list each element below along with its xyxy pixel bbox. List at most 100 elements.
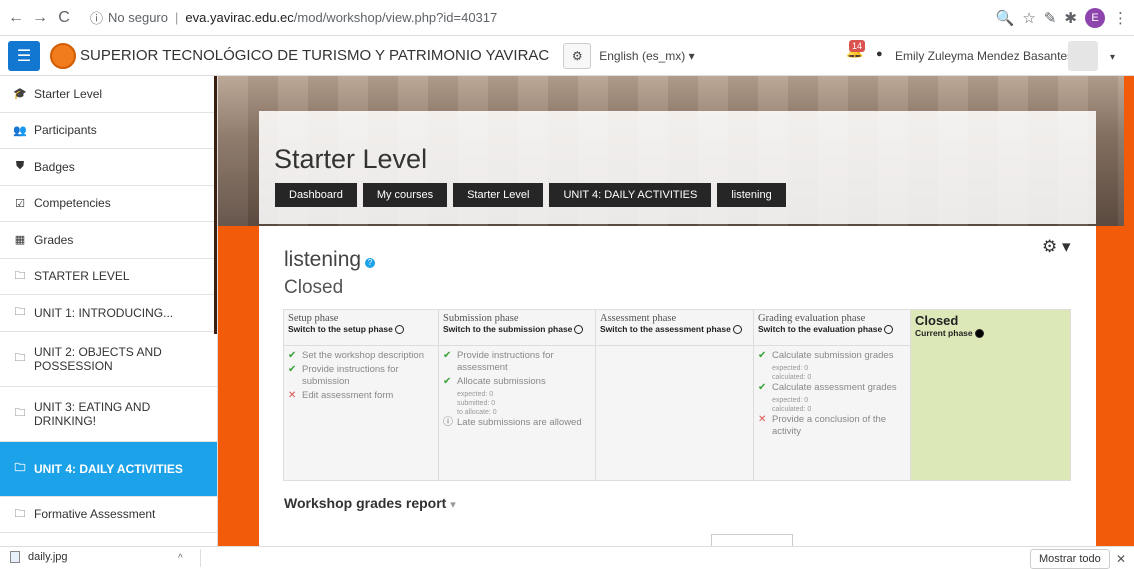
browser-menu-icon[interactable]: ⋮: [1113, 9, 1128, 27]
phase-header: Submission phase Switch to the submission…: [439, 310, 595, 346]
collapse-caret-icon[interactable]: ▾: [450, 499, 456, 511]
task-item: ✔ Calculate submission grades: [758, 350, 906, 362]
sidebar-item[interactable]: 🗀 UNIT 3: EATING AND DRINKING!: [0, 387, 217, 442]
site-logo[interactable]: [50, 42, 76, 69]
sidebar-item[interactable]: 🗀 UNIT 2: OBJECTS AND POSSESSION: [0, 332, 217, 387]
phase-name: Setup phase: [288, 313, 339, 324]
file-icon: [10, 551, 20, 563]
breadcrumb-item[interactable]: listening: [717, 183, 786, 207]
browser-toolbar: ← → C ⓘ No seguro | eva.yavirac.edu.ec/m…: [0, 0, 1134, 36]
breadcrumb-item[interactable]: Dashboard: [275, 183, 357, 207]
breadcrumb-item[interactable]: UNIT 4: DAILY ACTIVITIES: [549, 183, 712, 207]
task-text: Provide a conclusion of the activity: [772, 414, 887, 437]
phase-header: Assessment phase Switch to the assessment…: [596, 310, 753, 346]
sidebar-item-label: Grades: [34, 232, 74, 247]
phase-switch-link[interactable]: Switch to the assessment phase: [600, 324, 749, 334]
task-detail: expected: 0: [457, 391, 494, 398]
switch-phase-circle-icon[interactable]: [884, 324, 894, 334]
phase-name: Assessment phase: [600, 313, 677, 324]
sidebar-item-icon: ▦: [14, 234, 26, 247]
task-detail: expected: 0: [772, 365, 809, 372]
sidebar-item[interactable]: 🗀UNIT 5: Eating and drinking: [0, 533, 217, 546]
show-all-button[interactable]: Mostrar todo: [1030, 549, 1110, 569]
zoom-icon[interactable]: 🔍: [996, 9, 1015, 27]
user-name[interactable]: Emily Zuleyma Mendez Basantes: [895, 49, 1073, 63]
phase-header: Closed Current phase: [911, 310, 1070, 346]
actions-gear-icon[interactable]: ⚙ ▾: [1042, 237, 1071, 257]
notification-count-badge: 14: [849, 40, 866, 52]
language-selector[interactable]: English (es_mx) ▾: [599, 49, 694, 63]
phase-column: Closed Current phase: [911, 310, 1070, 480]
site-name[interactable]: SUPERIOR TECNOLÓGICO DE TURISMO Y PATRIM…: [80, 47, 549, 64]
download-options-caret-icon[interactable]: ^: [178, 553, 183, 564]
breadcrumb-item[interactable]: My courses: [362, 183, 448, 207]
sidebar-item-icon: ☑: [15, 197, 25, 210]
back-arrow-icon[interactable]: ←: [4, 9, 28, 27]
sidebar-item[interactable]: ☑ Competencies: [0, 186, 217, 222]
phase-tasks: ✔ Calculate submission grades expected: 0 c…: [754, 346, 910, 444]
phase-tasks: [596, 346, 753, 354]
settings-icon[interactable]: ⚙: [563, 42, 592, 69]
sidebar-item[interactable]: ▦ Grades: [0, 222, 217, 259]
user-menu-caret-icon[interactable]: ▾: [1110, 52, 1115, 63]
sidebar-item[interactable]: 🗀 UNIT 4: DAILY ACTIVITIES: [0, 441, 217, 497]
help-icon[interactable]: ?: [365, 258, 375, 268]
menu-toggle-button[interactable]: ☰: [8, 40, 40, 71]
task-detail: expected: 0: [772, 397, 809, 404]
forward-arrow-icon[interactable]: →: [28, 9, 52, 27]
grades-report-heading[interactable]: Workshop grades report ▾: [284, 495, 456, 511]
phase-column: Assessment phase Switch to the assessment…: [596, 310, 754, 480]
phase-header: Setup phase Switch to the setup phase: [284, 310, 438, 346]
phase-switch-text: Current phase: [915, 328, 973, 338]
task-text: Set the workshop description: [302, 350, 424, 361]
course-sidebar: 🎓 Starter Level 👥 Participants ⛊ Badges ☑ Compe…: [0, 76, 218, 546]
phase-switch-link[interactable]: Switch to the setup phase: [288, 324, 434, 334]
sidebar-item[interactable]: 🗀 Formative Assessment: [0, 497, 217, 533]
switch-phase-circle-icon[interactable]: [574, 324, 584, 334]
sidebar-item-label: Participants: [34, 123, 97, 138]
page-title: Starter Level: [274, 144, 428, 174]
breadcrumb-item[interactable]: Starter Level: [453, 183, 544, 207]
check-icon: ✔: [443, 350, 452, 361]
task-detail: to allocate: 0: [457, 409, 497, 416]
check-icon: ✔: [288, 364, 297, 375]
task-item: ⓘ Late submissions are allowed: [443, 417, 591, 429]
phase-name: Grading evaluation phase: [758, 313, 866, 324]
address-bar[interactable]: ⓘ No seguro | eva.yavirac.edu.ec/mod/wor…: [90, 0, 497, 36]
sidebar-item-label: UNIT 2: OBJECTS AND POSSESSION: [34, 344, 162, 373]
switch-phase-circle-icon[interactable]: [732, 324, 742, 334]
url-text[interactable]: eva.yavirac.edu.ec/mod/workshop/view.php…: [185, 10, 497, 25]
info-icon: ⓘ: [443, 417, 453, 428]
puzzle-icon[interactable]: ✱: [1064, 9, 1077, 27]
sidebar-item-label: STARTER LEVEL: [34, 269, 130, 284]
sidebar-item[interactable]: 🗀 UNIT 1: INTRODUCING...: [0, 295, 217, 332]
profile-avatar[interactable]: E: [1085, 8, 1105, 28]
phase-column: Grading evaluation phase Switch to the ev…: [754, 310, 911, 480]
sidebar-item[interactable]: 🎓 Starter Level: [0, 76, 217, 113]
sidebar-scrollbar[interactable]: [214, 76, 217, 334]
sidebar-item[interactable]: 👥 Participants: [0, 113, 217, 149]
task-text: Late submissions are allowed: [457, 417, 582, 428]
sidebar-item[interactable]: ⛊ Badges: [0, 149, 217, 186]
check-icon: ✔: [758, 382, 767, 393]
current-phase-dot-icon: [974, 328, 984, 338]
url-host: eva.yavirac.edu.ec: [185, 10, 294, 25]
messages-icon[interactable]: ●: [876, 48, 883, 60]
sidebar-item[interactable]: 🗀 STARTER LEVEL: [0, 259, 217, 295]
sidebar-item-label: Formative Assessment: [34, 507, 156, 522]
phase-name: Submission phase: [443, 313, 519, 324]
info-icon[interactable]: ⓘ: [90, 8, 103, 27]
close-downloads-icon[interactable]: ✕: [1116, 552, 1126, 566]
phase-switch-link[interactable]: Switch to the submission phase: [443, 324, 591, 334]
user-avatar[interactable]: [1068, 41, 1098, 71]
reload-icon[interactable]: C: [52, 9, 76, 27]
switch-phase-circle-icon[interactable]: [394, 324, 404, 334]
extension-icon[interactable]: ✎: [1044, 9, 1057, 27]
task-text: Provide instructions for submission: [302, 364, 399, 387]
page-scrollbar[interactable]: [1124, 76, 1134, 546]
bookmark-star-icon[interactable]: ☆: [1022, 9, 1035, 27]
phase-tasks: ✔ Provide instructions for assessment ✔ All…: [439, 346, 595, 435]
task-item: ✔ Set the workshop description: [288, 350, 434, 362]
phase-switch-link[interactable]: Switch to the evaluation phase: [758, 324, 906, 334]
download-item[interactable]: daily.jpg: [10, 551, 68, 563]
